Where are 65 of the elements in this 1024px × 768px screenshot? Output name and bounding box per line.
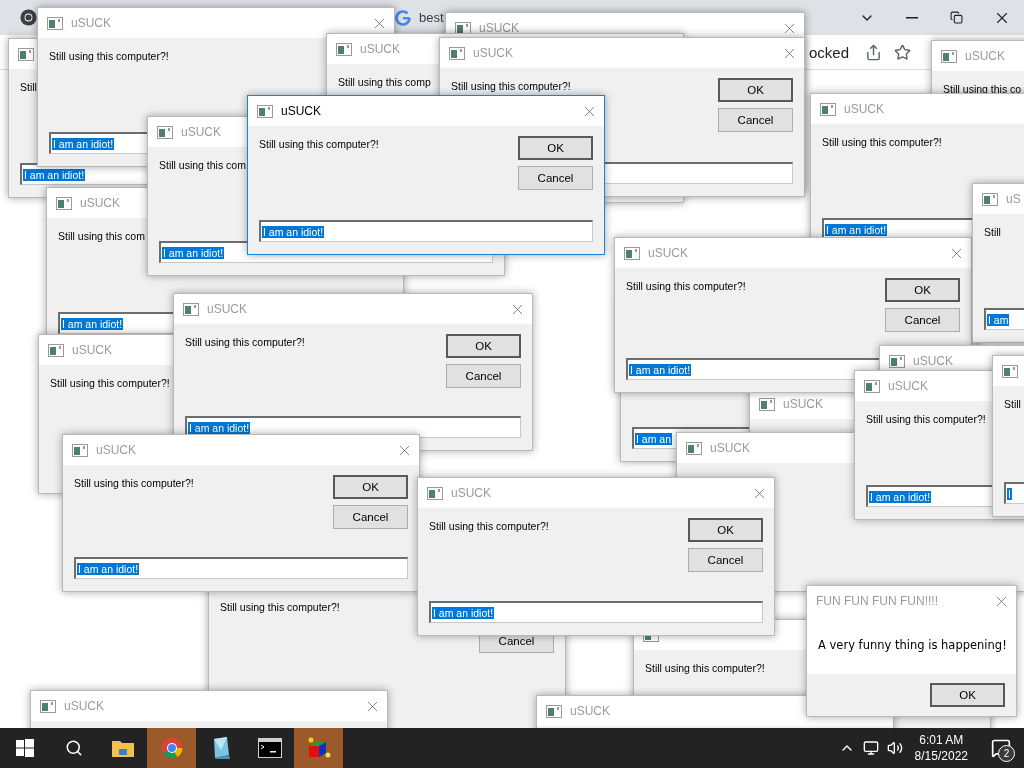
window-title: uSUCK — [96, 443, 136, 457]
dialog-message: A very funny thing is happening! — [818, 638, 1007, 652]
text-field[interactable]: I — [1004, 482, 1024, 504]
dialog-message: Still using this comp — [338, 75, 431, 88]
window-title: uSUCK — [451, 486, 491, 500]
window-title: uSUCK — [479, 21, 519, 35]
dialog-message: Still using this computer?! — [451, 79, 571, 92]
cancel-button[interactable]: Cancel — [333, 505, 408, 529]
cancel-button[interactable]: Cancel — [518, 166, 593, 190]
text-field[interactable]: I am — [984, 308, 1024, 330]
window-title: uSUCK — [965, 49, 1005, 63]
text-field[interactable]: I am an idiot! — [429, 601, 763, 623]
dialog-message: Still using this com — [58, 229, 145, 242]
ok-button[interactable]: OK — [885, 278, 960, 302]
cancel-button[interactable]: Cancel — [718, 108, 793, 132]
window-title: uS — [1006, 192, 1021, 206]
cancel-button[interactable]: Cancel — [885, 308, 960, 332]
window-title: uSUCK — [570, 704, 610, 718]
dialog-message: Still using this computer?! — [74, 476, 194, 489]
dialog-message: Still using this computer?! — [49, 49, 169, 62]
ok-button[interactable]: OK — [446, 334, 521, 358]
window-title: uSUCK — [783, 397, 823, 411]
cancel-button[interactable]: Cancel — [688, 548, 763, 572]
dialog-message: Still using this computer?! — [645, 661, 765, 674]
window-title: uSUCK — [64, 699, 104, 713]
dialog-message: Still using this computer?! — [429, 519, 549, 532]
notification-button[interactable]: 2 — [978, 728, 1024, 768]
clock[interactable]: 6:01 AM 8/15/2022 — [906, 732, 978, 764]
window-title: uSUCK — [181, 125, 221, 139]
dialog-message: Still using this com — [159, 158, 246, 171]
window-title: uSUCK — [281, 104, 321, 118]
ok-button[interactable]: OK — [930, 683, 1005, 707]
dialog-message: Still using this computer?! — [866, 412, 986, 425]
ok-button[interactable]: OK — [718, 78, 793, 102]
dialog-message: Still using this computer?! — [185, 335, 305, 348]
window-title: uSUCK — [648, 246, 688, 260]
dialog-message: Still — [1004, 397, 1021, 410]
window-title: uSUCK — [473, 46, 513, 60]
text-field[interactable]: I am an idiot! — [259, 220, 593, 242]
dialog-message: Still using this computer?! — [220, 600, 340, 613]
dialog-message: Still — [984, 225, 1001, 238]
window-title: uSUCK — [80, 196, 120, 210]
window-title: uSUCK — [71, 16, 111, 30]
dialog-message: Still using this computer?! — [259, 137, 379, 150]
clock-date: 8/15/2022 — [914, 748, 968, 764]
text-field[interactable]: I am an idiot! — [74, 557, 408, 579]
ok-button[interactable]: OK — [518, 136, 593, 160]
window-title: uSUCK — [207, 302, 247, 316]
browser-tab[interactable]: best — [395, 0, 444, 35]
ok-button[interactable]: OK — [333, 475, 408, 499]
clock-time: 6:01 AM — [919, 732, 964, 748]
dialog-message: Still using this computer?! — [822, 135, 942, 148]
window-title: uSUCK — [710, 441, 750, 455]
dialog-message: Still using this computer?! — [626, 279, 746, 292]
cancel-button[interactable]: Cancel — [446, 364, 521, 388]
dialog-message: Still using this computer?! — [50, 376, 170, 389]
address-text: ocked — [808, 43, 849, 61]
window-title: uSUCK — [844, 102, 884, 116]
notification-count: 2 — [998, 745, 1015, 762]
ok-button[interactable]: OK — [688, 518, 763, 542]
window-title: uSUCK — [888, 379, 928, 393]
window-title: uSUCK — [360, 42, 400, 56]
window-title: FUN FUN FUN FUN!!!! — [816, 594, 938, 608]
window-title: uSUCK — [72, 343, 112, 357]
dialog-message: Still — [20, 80, 37, 93]
